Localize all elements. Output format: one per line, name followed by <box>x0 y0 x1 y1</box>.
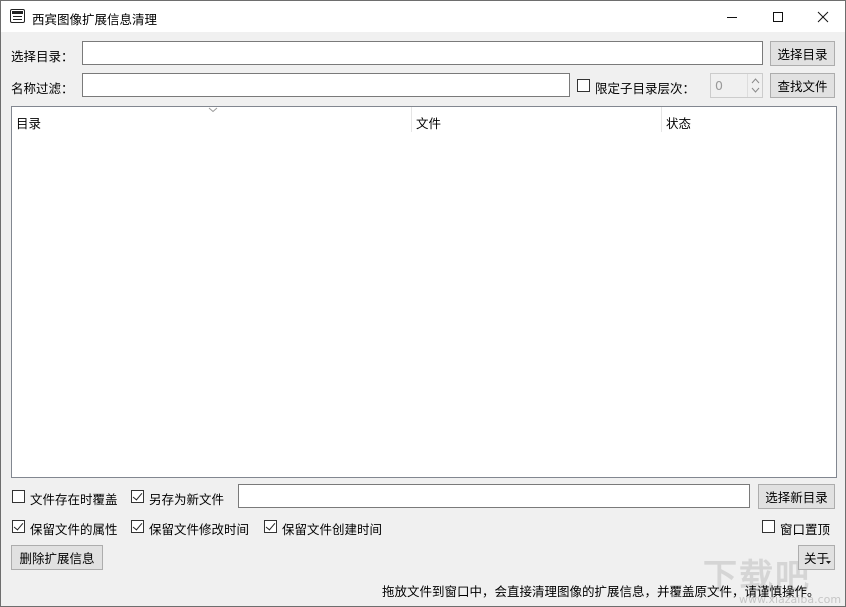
dropdown-arrow-icon <box>826 561 831 564</box>
select-new-dir-button[interactable]: 选择新目录 <box>758 484 835 509</box>
minimize-icon <box>727 16 737 18</box>
sort-indicator-icon <box>208 107 218 113</box>
save-as-new-label: 另存为新文件 <box>149 492 225 507</box>
depth-value: 0 <box>715 78 723 93</box>
name-filter-label: 名称过滤： <box>11 81 74 96</box>
keep-created-time-label: 保留文件创建时间 <box>282 522 383 537</box>
maximize-button[interactable] <box>755 1 801 32</box>
title-bar[interactable]: 西宾图像扩展信息清理 <box>1 1 845 32</box>
new-dir-input[interactable] <box>238 484 750 508</box>
save-as-new-checkbox[interactable] <box>131 490 144 503</box>
select-dir-input[interactable] <box>82 41 763 65</box>
keep-modified-time-checkbox[interactable] <box>131 520 144 533</box>
topmost-checkbox[interactable] <box>762 520 775 533</box>
select-dir-button[interactable]: 选择目录 <box>770 41 835 66</box>
name-filter-input[interactable] <box>82 73 570 97</box>
keep-attributes-checkbox[interactable] <box>12 520 25 533</box>
delete-ext-info-button[interactable]: 删除扩展信息 <box>11 545 103 570</box>
window-title: 西宾图像扩展信息清理 <box>32 12 158 27</box>
keep-attributes-label: 保留文件的属性 <box>30 522 118 537</box>
app-icon <box>10 9 25 23</box>
keep-created-time-checkbox[interactable] <box>264 520 277 533</box>
about-button[interactable]: 关于 <box>798 545 835 570</box>
find-files-button[interactable]: 查找文件 <box>770 73 835 98</box>
keep-modified-time-label: 保留文件修改时间 <box>149 522 250 537</box>
about-label: 关于 <box>803 551 829 566</box>
spinner-arrows[interactable] <box>747 74 762 97</box>
limit-depth-checkbox[interactable] <box>577 79 590 92</box>
topmost-label: 窗口置顶 <box>780 522 831 537</box>
column-header-file[interactable]: 文件 <box>412 107 662 132</box>
limit-depth-label: 限定子目录层次： <box>595 81 696 96</box>
depth-spinner[interactable]: 0 <box>710 73 763 98</box>
close-button[interactable] <box>800 1 845 32</box>
select-dir-label: 选择目录： <box>11 49 74 64</box>
overwrite-label: 文件存在时覆盖 <box>30 492 118 507</box>
app-window: 西宾图像扩展信息清理 选择目录： 选择目录 名称过滤： 限定子目录层次： 0 查… <box>0 0 846 607</box>
close-icon <box>817 11 829 22</box>
column-header-status[interactable]: 状态 <box>662 107 836 132</box>
minimize-button[interactable] <box>709 1 755 32</box>
overwrite-checkbox[interactable] <box>12 490 25 503</box>
spinner-arrows-icon <box>751 78 760 93</box>
maximize-icon <box>773 11 783 22</box>
footer-hint: 拖放文件到窗口中，会直接清理图像的扩展信息，并覆盖原文件，请谨慎操作。 <box>382 584 820 599</box>
file-list[interactable]: 目录 文件 状态 <box>11 106 837 478</box>
